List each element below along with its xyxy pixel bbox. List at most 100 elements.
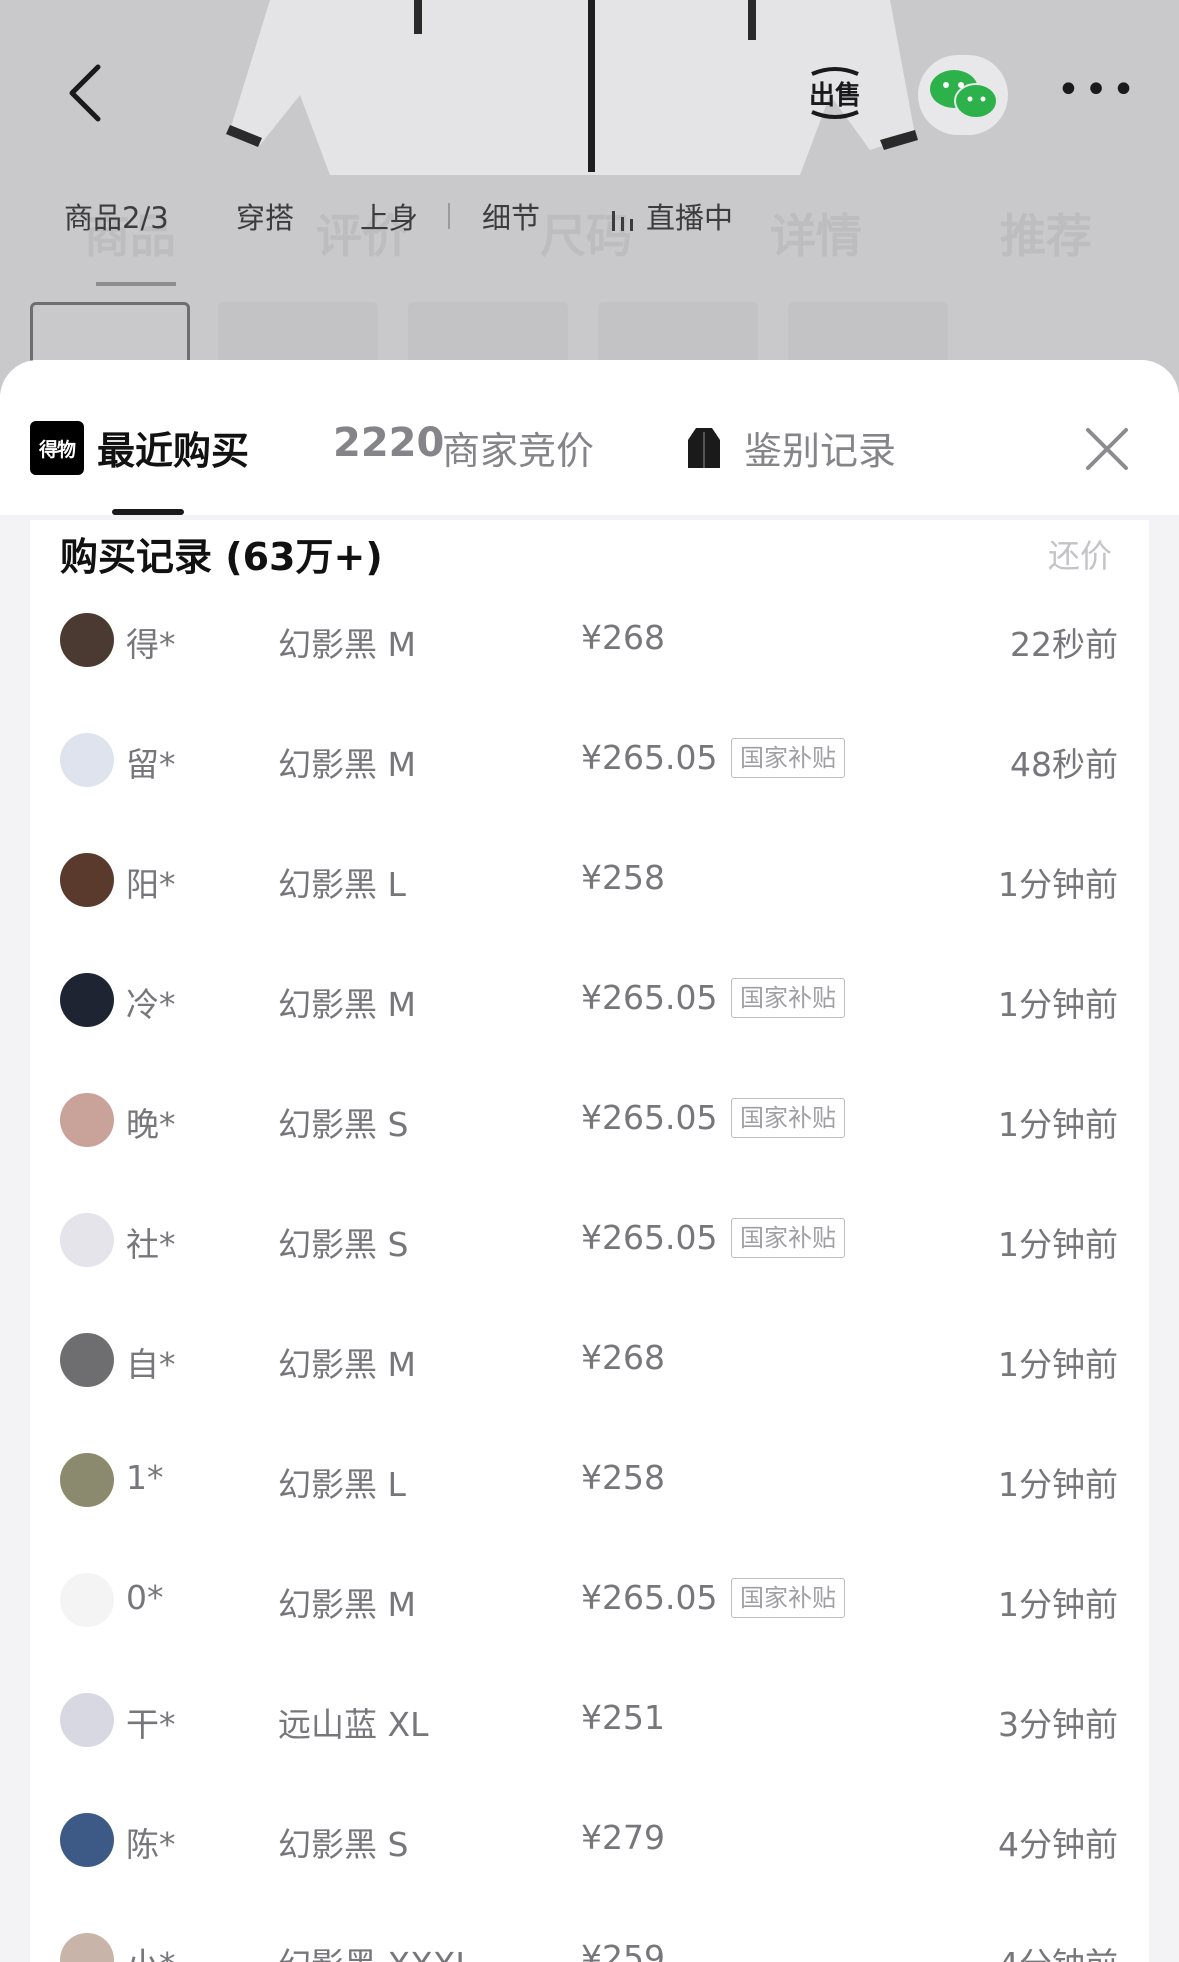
tab-seller-bids-count[interactable]: 2220 xyxy=(333,420,444,466)
subsidy-badge: 国家补贴 xyxy=(731,1098,845,1138)
purchase-history-sheet: 得物 最近购买 2220 商家竞价 鉴别记录 购买记录 (63万+) 还价 得*… xyxy=(0,360,1179,1962)
buyer-name: 得* xyxy=(126,625,176,664)
more-options-icon[interactable]: ••• xyxy=(1057,67,1136,113)
product-spec: 幻影黑 M xyxy=(278,625,416,664)
avatar[interactable] xyxy=(60,1093,114,1147)
back-icon[interactable] xyxy=(56,58,112,128)
buyer-name: 小* xyxy=(126,1938,176,1962)
product-spec: 幻影黑 M xyxy=(278,745,416,784)
buyer-name: 陈* xyxy=(126,1825,176,1864)
product-spec: 幻影黑 S xyxy=(278,1225,409,1264)
list-item[interactable]: 0* 幻影黑 M ¥265.05 1分钟前 国家补贴 xyxy=(0,1558,1179,1638)
list-item[interactable]: 晚* 幻影黑 S ¥265.05 1分钟前 国家补贴 xyxy=(0,1078,1179,1158)
purchase-time: 1分钟前 xyxy=(998,1225,1118,1264)
product-spec: 幻影黑 XXXL xyxy=(278,1938,474,1962)
purchase-time: 3分钟前 xyxy=(998,1705,1118,1744)
price: ¥258 xyxy=(581,858,665,897)
purchase-time: 1分钟前 xyxy=(998,1345,1118,1384)
product-spec: 远山蓝 XL xyxy=(278,1705,429,1744)
buyer-name: 晚* xyxy=(126,1105,176,1144)
tab-outfit[interactable]: 穿搭 xyxy=(236,195,294,237)
tab-recent-purchases[interactable]: 最近购买 xyxy=(97,420,249,475)
price: ¥268 xyxy=(581,618,665,657)
list-item[interactable]: 留* 幻影黑 M ¥265.05 48秒前 国家补贴 xyxy=(0,718,1179,798)
buyer-name: 阳* xyxy=(126,865,176,904)
price: ¥265.05 xyxy=(581,1218,718,1257)
purchase-time: 1分钟前 xyxy=(998,865,1118,904)
avatar[interactable] xyxy=(60,613,114,667)
tab-live[interactable]: 直播中 xyxy=(610,195,733,237)
sell-label: 出售 xyxy=(808,80,861,111)
list-item[interactable]: 得* 幻影黑 M ¥268 22秒前 xyxy=(0,598,1179,678)
product-spec: 幻影黑 L xyxy=(278,865,406,904)
avatar[interactable] xyxy=(60,1693,114,1747)
tab-divider xyxy=(448,203,450,229)
buyer-name: 社* xyxy=(126,1225,176,1264)
wechat-icon xyxy=(930,70,998,119)
avatar[interactable] xyxy=(60,1213,114,1267)
list-item[interactable]: 自* 幻影黑 M ¥268 1分钟前 xyxy=(0,1318,1179,1398)
records-title: 购买记录 (63万+) xyxy=(60,535,383,579)
purchase-time: 1分钟前 xyxy=(998,1585,1118,1624)
wechat-share-button[interactable] xyxy=(918,55,1008,135)
product-spec: 幻影黑 M xyxy=(278,985,416,1024)
price: ¥265.05 xyxy=(581,738,718,777)
price: ¥279 xyxy=(581,1818,665,1857)
buyer-name: 自* xyxy=(126,1345,176,1384)
list-item[interactable]: 干* 远山蓝 XL ¥251 3分钟前 xyxy=(0,1678,1179,1758)
avatar[interactable] xyxy=(60,1573,114,1627)
subsidy-badge: 国家补贴 xyxy=(731,1578,845,1618)
purchase-time: 1分钟前 xyxy=(998,1105,1118,1144)
price: ¥268 xyxy=(581,1338,665,1377)
active-tab-indicator xyxy=(112,509,184,515)
tab-seller-bids[interactable]: 商家竞价 xyxy=(442,420,594,475)
product-spec: 幻影黑 S xyxy=(278,1825,409,1864)
price: ¥259 xyxy=(581,1938,665,1962)
avatar[interactable] xyxy=(60,973,114,1027)
avatar[interactable] xyxy=(60,1933,114,1962)
tab-product[interactable]: 商品2/3 xyxy=(64,195,169,237)
buyer-name: 冷* xyxy=(126,985,176,1024)
subsidy-badge: 国家补贴 xyxy=(731,978,845,1018)
price: ¥258 xyxy=(581,1458,665,1497)
jacket-thumbnail-icon xyxy=(688,428,720,468)
avatar[interactable] xyxy=(60,733,114,787)
tab-underline xyxy=(96,282,176,286)
list-item[interactable]: 陈* 幻影黑 S ¥279 4分钟前 xyxy=(0,1798,1179,1878)
close-icon[interactable] xyxy=(1082,424,1132,474)
product-spec: 幻影黑 S xyxy=(278,1105,409,1144)
live-bars-icon xyxy=(612,211,633,231)
purchase-time: 22秒前 xyxy=(1010,625,1118,664)
counter-offer-button[interactable]: 还价 xyxy=(1048,531,1112,577)
sheet-header: 得物 最近购买 2220 商家竞价 鉴别记录 xyxy=(0,360,1179,515)
buyer-name: 0* xyxy=(126,1578,164,1617)
price: ¥265.05 xyxy=(581,1098,718,1137)
avatar[interactable] xyxy=(60,853,114,907)
list-item[interactable]: 1* 幻影黑 L ¥258 1分钟前 xyxy=(0,1438,1179,1518)
avatar[interactable] xyxy=(60,1813,114,1867)
list-item[interactable]: 小* 幻影黑 XXXL ¥259 4分钟前 xyxy=(0,1918,1179,1962)
purchase-time: 1分钟前 xyxy=(998,1465,1118,1504)
price: ¥265.05 xyxy=(581,978,718,1017)
product-tabs: 商品2/3 穿搭 上身 细节 直播中 xyxy=(0,195,1179,245)
subsidy-badge: 国家补贴 xyxy=(731,1218,845,1258)
purchase-time: 4分钟前 xyxy=(998,1825,1118,1864)
tab-authentication-records[interactable]: 鉴别记录 xyxy=(744,420,896,475)
purchase-time: 4分钟前 xyxy=(998,1938,1118,1962)
product-page-background: 出售 ••• 商品 评价 尺码 详情 推荐 商品2/3 穿搭 上身 细节 直播中 xyxy=(0,0,1179,400)
list-item[interactable]: 阳* 幻影黑 L ¥258 1分钟前 xyxy=(0,838,1179,918)
subsidy-badge: 国家补贴 xyxy=(731,738,845,778)
buyer-name: 干* xyxy=(126,1705,176,1744)
purchase-time: 48秒前 xyxy=(1010,745,1118,784)
avatar[interactable] xyxy=(60,1333,114,1387)
list-item[interactable]: 社* 幻影黑 S ¥265.05 1分钟前 国家补贴 xyxy=(0,1198,1179,1278)
list-item[interactable]: 冷* 幻影黑 M ¥265.05 1分钟前 国家补贴 xyxy=(0,958,1179,1038)
tab-details[interactable]: 细节 xyxy=(482,195,540,237)
tab-on-body[interactable]: 上身 xyxy=(360,195,418,237)
avatar[interactable] xyxy=(60,1453,114,1507)
product-spec: 幻影黑 M xyxy=(278,1345,416,1384)
buyer-name: 留* xyxy=(126,745,176,784)
sell-button[interactable]: 出售 xyxy=(800,58,870,128)
price: ¥251 xyxy=(581,1698,665,1737)
purchase-time: 1分钟前 xyxy=(998,985,1118,1024)
